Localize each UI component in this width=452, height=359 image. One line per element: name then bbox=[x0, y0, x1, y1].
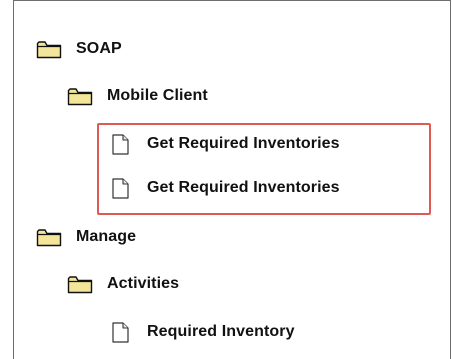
folder-icon bbox=[67, 275, 93, 294]
tree-item-label: Mobile Client bbox=[107, 87, 208, 104]
tree-item-required-inventory[interactable]: Required Inventory bbox=[112, 317, 295, 347]
folder-icon bbox=[36, 228, 62, 247]
tree-item-soap[interactable]: SOAP bbox=[36, 34, 122, 64]
tree-item-manage[interactable]: Manage bbox=[36, 222, 136, 252]
document-icon bbox=[112, 321, 129, 343]
tree-item-label: SOAP bbox=[76, 40, 122, 57]
tree-item-mobile-client[interactable]: Mobile Client bbox=[67, 81, 208, 111]
folder-icon bbox=[67, 87, 93, 106]
document-icon bbox=[112, 133, 129, 155]
folder-icon bbox=[36, 40, 62, 59]
tree-item-get-required-inventories[interactable]: Get Required Inventories bbox=[112, 129, 340, 159]
tree-item-label: Activities bbox=[107, 275, 180, 292]
document-icon bbox=[112, 177, 129, 199]
tree-item-label: Manage bbox=[76, 228, 137, 245]
tree-item-label: Get Required Inventories bbox=[147, 179, 340, 196]
tree-item-activities[interactable]: Activities bbox=[67, 269, 179, 299]
tree-item-label: Required Inventory bbox=[147, 323, 295, 340]
tree-item-get-required-inventories[interactable]: Get Required Inventories bbox=[112, 173, 340, 203]
tree-item-label: Get Required Inventories bbox=[147, 135, 340, 152]
